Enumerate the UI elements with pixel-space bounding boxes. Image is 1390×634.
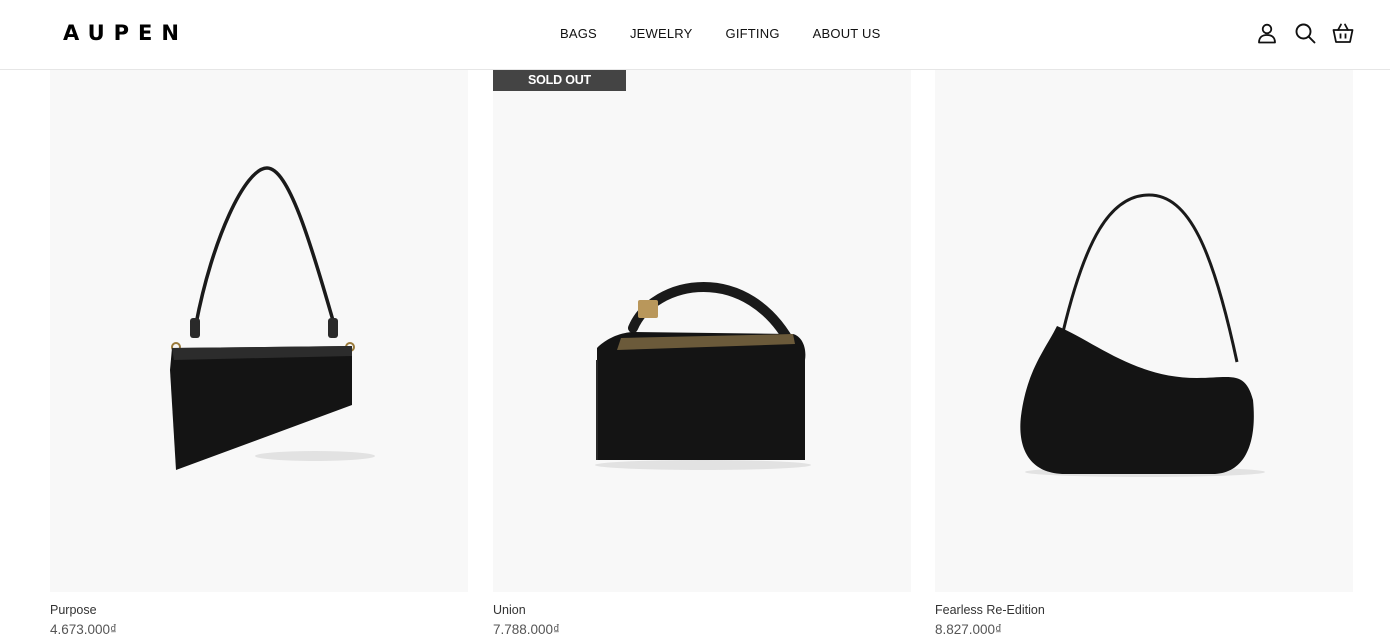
nav-item-jewelry[interactable]: JEWELRY xyxy=(630,0,693,68)
bag-illustration xyxy=(595,282,811,470)
cart-icon[interactable] xyxy=(1332,22,1354,44)
product-image-purpose[interactable] xyxy=(50,70,468,592)
header-icons xyxy=(1256,22,1354,44)
product-name[interactable]: Fearless Re-Edition xyxy=(935,602,1353,618)
product-card[interactable]: SOLD OUT Union 7.788.000₫ xyxy=(493,70,911,634)
bag-illustration xyxy=(1020,193,1265,477)
brand-logo[interactable]: AUPEN xyxy=(63,20,188,46)
product-price: 8.827.000₫ xyxy=(935,622,1002,634)
product-image-fearless-re-edition[interactable] xyxy=(935,70,1353,592)
nav-item-bags[interactable]: BAGS xyxy=(560,0,597,68)
main-nav: BAGS JEWELRY GIFTING ABOUT US xyxy=(560,0,880,68)
product-name[interactable]: Union xyxy=(493,602,911,618)
search-icon[interactable] xyxy=(1294,22,1316,44)
site-header: AUPEN BAGS JEWELRY GIFTING ABOUT US xyxy=(0,0,1390,70)
nav-item-gifting[interactable]: GIFTING xyxy=(726,0,780,68)
sold-out-badge: SOLD OUT xyxy=(493,70,626,91)
product-name[interactable]: Purpose xyxy=(50,602,468,618)
product-price: 4.673.000₫ xyxy=(50,622,117,634)
product-price: 7.788.000₫ xyxy=(493,622,560,634)
account-icon[interactable] xyxy=(1256,22,1278,44)
nav-item-about-us[interactable]: ABOUT US xyxy=(813,0,881,68)
product-card[interactable]: Fearless Re-Edition 8.827.000₫ xyxy=(935,70,1353,634)
bag-illustration xyxy=(170,166,375,470)
product-image-union[interactable]: SOLD OUT xyxy=(493,70,911,592)
product-card[interactable]: Purpose 4.673.000₫ xyxy=(50,70,468,634)
